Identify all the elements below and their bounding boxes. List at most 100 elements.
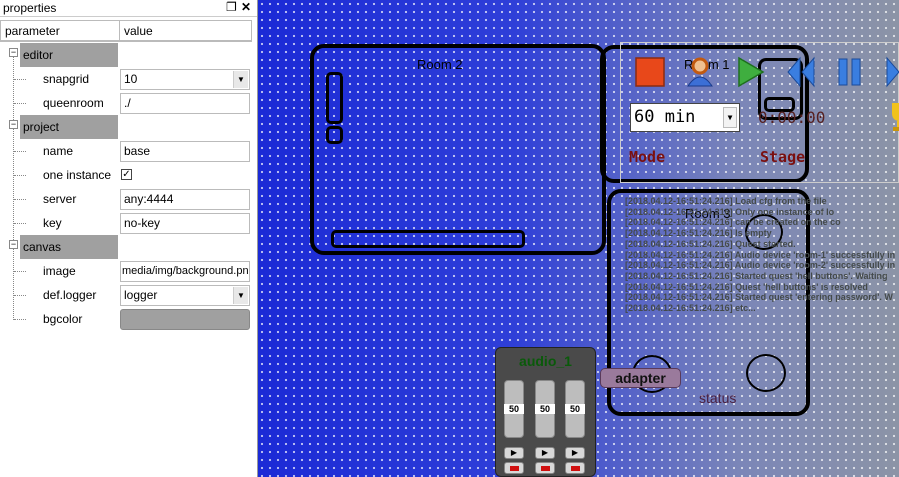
server-input[interactable]: any:4444 bbox=[120, 189, 250, 210]
play-icon[interactable]: ▶ bbox=[504, 447, 524, 459]
collapse-icon[interactable]: − bbox=[9, 48, 18, 57]
play-icon bbox=[738, 56, 765, 88]
volume-fader[interactable]: 50 bbox=[504, 380, 524, 438]
property-row-queenroom: queenroom ./ bbox=[0, 91, 252, 115]
log-view[interactable]: [2018.04.12-16:51:24.216] Load cfg from … bbox=[625, 196, 899, 313]
property-row-snapgrid: snapgrid 10 ▼ bbox=[0, 67, 252, 91]
close-icon[interactable]: ✕ bbox=[241, 0, 251, 14]
forward-button[interactable] bbox=[884, 56, 899, 88]
trophy-icon bbox=[892, 103, 899, 131]
volume-fader[interactable]: 50 bbox=[565, 380, 585, 438]
property-label: snapgrid bbox=[43, 72, 90, 86]
stop-button[interactable] bbox=[535, 462, 555, 474]
property-row-key: key no-key bbox=[0, 211, 252, 235]
timer-display: 0:00:00 bbox=[758, 108, 826, 127]
property-label: key bbox=[43, 216, 62, 230]
audio-mixer[interactable]: audio_1 50 50 50 ▶ ▶ ▶ bbox=[495, 347, 596, 477]
column-parameter[interactable]: parameter bbox=[0, 20, 120, 41]
column-value[interactable]: value bbox=[119, 20, 252, 41]
def-logger-value: logger bbox=[124, 288, 158, 302]
tree-line bbox=[14, 199, 26, 201]
group-label-editor: editor bbox=[23, 48, 54, 62]
person-button[interactable] bbox=[685, 56, 715, 88]
stop-button[interactable] bbox=[565, 462, 585, 474]
minutes-combobox[interactable]: 60 min ▼ bbox=[630, 103, 740, 132]
stop-button[interactable] bbox=[635, 56, 665, 88]
def-logger-combobox[interactable]: logger ▼ bbox=[120, 285, 250, 306]
property-row-server: server any:4444 bbox=[0, 187, 252, 211]
group-row-project[interactable]: − project bbox=[0, 115, 252, 139]
property-label: queenroom bbox=[43, 96, 104, 110]
stop-icon bbox=[541, 466, 550, 471]
room-3-circle-element[interactable] bbox=[746, 354, 786, 392]
snapgrid-combobox[interactable]: 10 ▼ bbox=[120, 69, 250, 90]
bgcolor-swatch[interactable] bbox=[120, 309, 250, 330]
queenroom-input[interactable]: ./ bbox=[120, 93, 250, 114]
property-label: name bbox=[43, 144, 74, 158]
chevron-down-icon[interactable]: ▼ bbox=[723, 107, 737, 128]
image-input[interactable]: media/img/background.png bbox=[120, 261, 250, 282]
group-value-bg bbox=[120, 43, 252, 67]
collapse-icon[interactable]: − bbox=[9, 240, 18, 249]
property-label: def.logger bbox=[43, 288, 97, 302]
log-line: [2018.04.12-16:51:24.216] Audio device '… bbox=[625, 249, 896, 260]
log-line: [2018.04.12-16:51:24.216] etc... bbox=[625, 303, 756, 314]
mode-label: Mode bbox=[629, 148, 666, 166]
rewind-button[interactable] bbox=[785, 56, 815, 88]
room-2-bar-element[interactable] bbox=[331, 230, 525, 248]
property-row-bgcolor: bgcolor bbox=[0, 307, 252, 331]
play-icon[interactable]: ▶ bbox=[535, 447, 555, 459]
log-line: [2018.04.12-16:51:24.216] Started quest … bbox=[625, 270, 888, 281]
properties-panel: properties ❐ ✕ parameter value − editor … bbox=[0, 0, 258, 477]
name-input[interactable]: base bbox=[120, 141, 250, 162]
fader-knob[interactable]: 50 bbox=[565, 404, 585, 414]
stop-button[interactable] bbox=[504, 462, 524, 474]
group-label-canvas: canvas bbox=[23, 240, 62, 254]
group-value-bg bbox=[120, 235, 252, 259]
key-input[interactable]: no-key bbox=[120, 213, 250, 234]
property-row-name: name base bbox=[0, 139, 252, 163]
pause-icon bbox=[838, 58, 861, 86]
volume-fader[interactable]: 50 bbox=[535, 380, 555, 438]
tree-line bbox=[14, 319, 26, 321]
room-2-title: Room 2 bbox=[417, 57, 463, 72]
stop-icon bbox=[635, 57, 665, 87]
snapgrid-value: 10 bbox=[124, 72, 138, 86]
tree-line bbox=[14, 79, 26, 81]
collapse-icon[interactable]: − bbox=[9, 120, 18, 129]
play-icon[interactable]: ▶ bbox=[565, 447, 585, 459]
fader-knob[interactable]: 50 bbox=[535, 404, 555, 414]
room-2[interactable] bbox=[310, 44, 606, 255]
stop-icon bbox=[571, 466, 580, 471]
property-label: server bbox=[43, 192, 77, 206]
forward-icon bbox=[886, 56, 899, 88]
tree-line bbox=[14, 271, 26, 273]
properties-title: properties bbox=[3, 1, 57, 15]
tree-line bbox=[14, 223, 26, 225]
tree-line bbox=[14, 103, 26, 105]
audio-title: audio_1 bbox=[519, 353, 572, 369]
room-2-small-element[interactable] bbox=[326, 126, 343, 144]
property-label: image bbox=[43, 264, 76, 278]
one-instance-checkbox[interactable]: ✓ bbox=[121, 169, 132, 180]
room-2-door-element[interactable] bbox=[326, 72, 343, 124]
trophy-button[interactable] bbox=[888, 101, 899, 131]
fader-knob[interactable]: 50 bbox=[504, 404, 524, 414]
scene-canvas[interactable]: Room 2 Room 1 Room 3 60 min ▼ 0:00:00 Mo… bbox=[258, 0, 899, 477]
properties-header: parameter value bbox=[0, 20, 252, 42]
chevron-down-icon[interactable]: ▼ bbox=[233, 71, 248, 88]
adapter-element[interactable]: adapter bbox=[600, 368, 681, 388]
pause-button[interactable] bbox=[835, 56, 865, 88]
float-window-icon[interactable]: ❐ bbox=[226, 0, 237, 14]
group-row-editor[interactable]: − editor bbox=[0, 43, 252, 67]
group-row-canvas[interactable]: − canvas bbox=[0, 235, 252, 259]
log-line: [2018.04.12-16:51:24.216] Quest 'hell bu… bbox=[625, 281, 868, 292]
chevron-down-icon[interactable]: ▼ bbox=[233, 287, 248, 304]
log-line: [2018.04.12-16:51:24.216] Only one insta… bbox=[625, 206, 835, 217]
group-label-project: project bbox=[23, 120, 60, 134]
property-row-def-logger: def.logger logger ▼ bbox=[0, 283, 252, 307]
minutes-value: 60 min bbox=[634, 107, 696, 127]
log-line: [2018.04.12-16:51:24.216] Load cfg from … bbox=[625, 196, 827, 206]
stop-icon bbox=[510, 466, 519, 471]
play-button[interactable] bbox=[736, 56, 766, 88]
